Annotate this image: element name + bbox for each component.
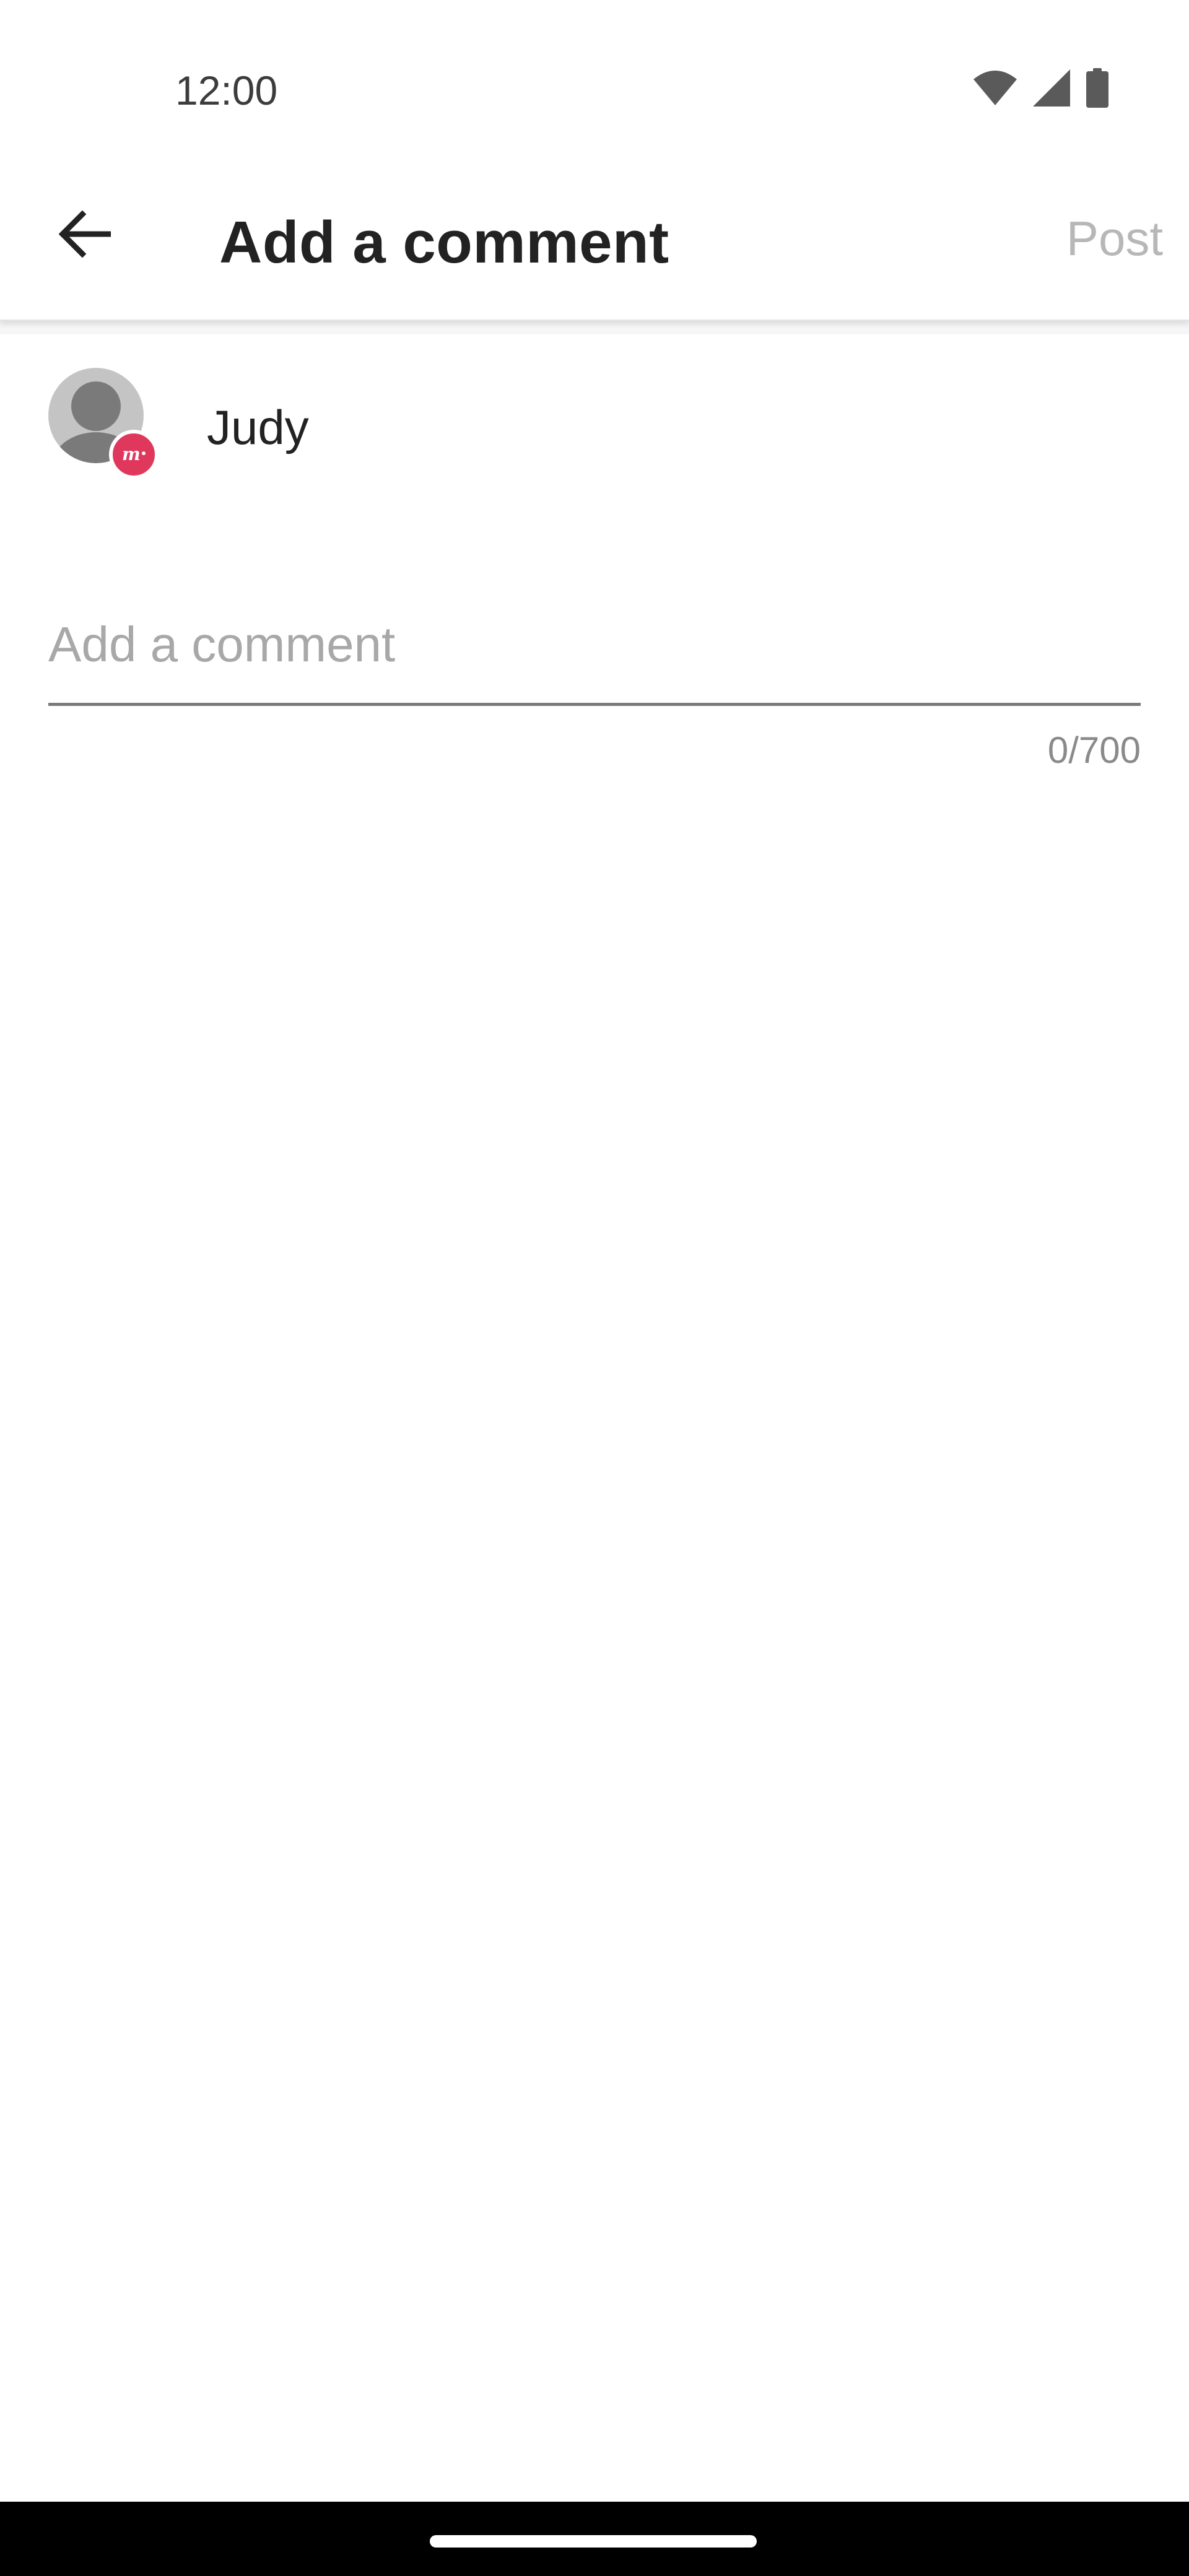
system-navigation-bar <box>0 2502 1189 2576</box>
user-name: Judy <box>207 400 309 455</box>
status-bar: 12:00 <box>0 0 1189 161</box>
character-counter: 0/700 <box>1047 729 1141 771</box>
signal-icon <box>1033 69 1070 110</box>
comment-input[interactable] <box>48 594 1141 706</box>
battery-icon <box>1086 67 1108 111</box>
post-button[interactable]: Post <box>1066 204 1163 272</box>
comment-field <box>48 594 1141 710</box>
meetup-plus-badge-icon: m <box>109 430 159 479</box>
comment-author-row: m Judy <box>0 347 1189 495</box>
arrow-left-icon <box>58 210 113 261</box>
header-divider <box>0 321 1189 334</box>
home-indicator[interactable] <box>430 2535 757 2548</box>
svg-text:m: m <box>122 445 141 464</box>
status-time: 12:00 <box>175 67 278 113</box>
back-button[interactable] <box>35 186 134 285</box>
wifi-icon <box>973 70 1017 108</box>
page-title: Add a comment <box>219 209 669 276</box>
status-icons <box>973 67 1108 111</box>
add-comment-screen: 12:00 Add a comment Post m Judy Add a co… <box>0 0 1189 2576</box>
app-bar: Add a comment Post <box>0 161 1189 321</box>
